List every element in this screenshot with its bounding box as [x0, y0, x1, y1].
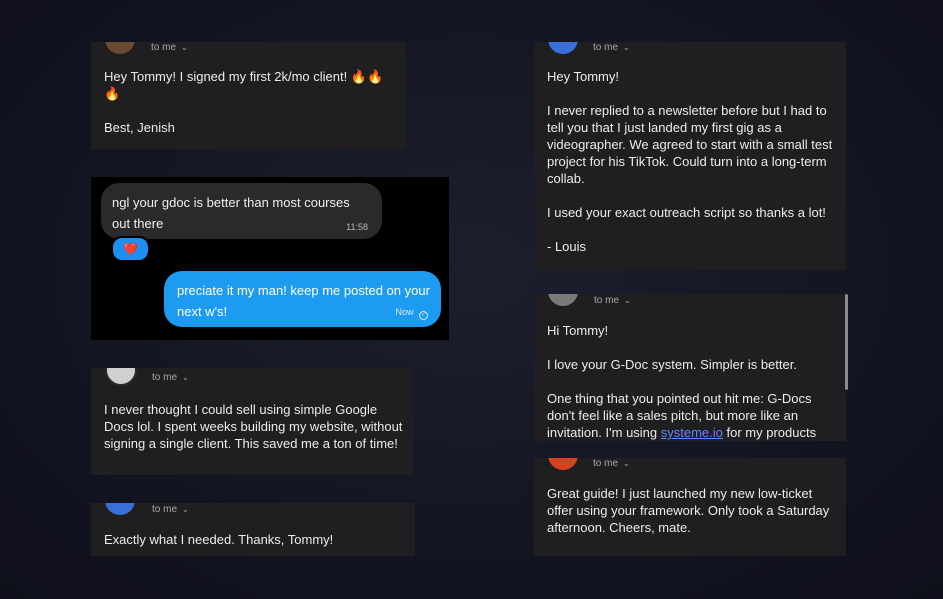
email-card-gdocs: to me ⌄ I never thought I could sell usin… — [91, 368, 413, 475]
email-body: Hi Tommy! I love your G-Doc system. Simp… — [547, 322, 839, 441]
to-me-text: to me — [593, 458, 619, 469]
chevron-down-icon[interactable]: ⌄ — [181, 43, 188, 52]
sender-avatar — [105, 368, 137, 386]
email-text: for my products — [722, 425, 817, 440]
recipient-label[interactable]: to me ⌄ — [593, 458, 630, 469]
sender-avatar — [105, 503, 135, 515]
sender-avatar — [548, 294, 578, 306]
email-body: Exactly what I needed. Thanks, Tommy! — [104, 531, 404, 548]
chevron-down-icon[interactable]: ⌄ — [182, 373, 189, 382]
to-me-text: to me — [152, 504, 178, 515]
to-me-text: to me — [593, 42, 619, 53]
chevron-down-icon[interactable]: ⌄ — [182, 505, 189, 514]
email-paragraph: - Louis — [547, 239, 587, 254]
email-greeting: Hi Tommy! — [547, 323, 609, 338]
email-body: Hey Tommy! I never replied to a newslett… — [547, 68, 837, 255]
outgoing-message-status: Now ✓ — [395, 307, 428, 320]
incoming-message-bubble: ngl your gdoc is better than most course… — [101, 183, 382, 239]
sender-avatar — [548, 458, 578, 470]
email-paragraph: Hey Tommy! I signed my first 2k/mo clien… — [104, 69, 384, 101]
email-paragraph: I used your exact outreach script so tha… — [547, 205, 826, 220]
email-card-exactly: to me ⌄ Exactly what I needed. Thanks, To… — [91, 503, 415, 556]
recipient-label[interactable]: to me ⌄ — [152, 372, 189, 383]
email-card-gdoc-system: to me ⌄ Hi Tommy! I love your G-Doc syste… — [534, 294, 846, 441]
email-paragraph: One thing that you pointed out hit me: G… — [547, 390, 839, 441]
email-paragraph: Best, Jenish — [104, 120, 175, 135]
systeme-link[interactable]: systeme.io — [661, 425, 723, 440]
incoming-message-text: ngl your gdoc is better than most course… — [112, 195, 350, 231]
chevron-down-icon[interactable]: ⌄ — [623, 43, 630, 52]
sender-avatar — [548, 42, 578, 54]
chevron-down-icon[interactable]: ⌄ — [624, 296, 631, 305]
scrollbar[interactable] — [845, 294, 848, 390]
sender-avatar — [105, 42, 135, 54]
incoming-message-time: 11:58 — [346, 222, 368, 232]
recipient-label[interactable]: to me ⌄ — [152, 504, 189, 515]
chat-screenshot: ngl your gdoc is better than most course… — [91, 177, 449, 340]
recipient-label[interactable]: to me ⌄ — [151, 42, 188, 53]
to-me-text: to me — [152, 372, 178, 383]
outgoing-message-time: Now — [395, 307, 414, 317]
chevron-down-icon[interactable]: ⌄ — [623, 459, 630, 468]
email-paragraph: I never thought I could sell using simpl… — [104, 402, 407, 451]
email-paragraph: Great guide! I just launched my new low-… — [547, 486, 833, 535]
email-body: Great guide! I just launched my new low-… — [547, 485, 839, 536]
email-paragraph: I never replied to a newsletter before b… — [547, 103, 836, 186]
email-card-jenish: to me ⌄ Hey Tommy! I signed my first 2k/m… — [91, 42, 406, 149]
email-paragraph: Exactly what I needed. Thanks, Tommy! — [104, 532, 334, 547]
email-body: I never thought I could sell using simpl… — [104, 401, 404, 452]
email-card-louis: to me ⌄ Hey Tommy! I never replied to a n… — [534, 42, 846, 270]
recipient-label[interactable]: to me ⌄ — [594, 295, 631, 306]
heart-reaction-icon[interactable]: ❤️ — [111, 236, 150, 262]
email-paragraph: Hey Tommy! — [547, 69, 619, 84]
email-card-guide: to me ⌄ Great guide! I just launched my n… — [534, 458, 846, 556]
outgoing-message-text: preciate it my man! keep me posted on yo… — [177, 283, 430, 319]
outgoing-message-bubble: preciate it my man! keep me posted on yo… — [164, 271, 441, 327]
email-body: Hey Tommy! I signed my first 2k/mo clien… — [104, 68, 396, 136]
to-me-text: to me — [594, 295, 620, 306]
recipient-label[interactable]: to me ⌄ — [593, 42, 630, 53]
to-me-text: to me — [151, 42, 177, 53]
read-receipt-icon: ✓ — [419, 311, 428, 320]
email-paragraph: I love your G-Doc system. Simpler is bet… — [547, 357, 797, 372]
